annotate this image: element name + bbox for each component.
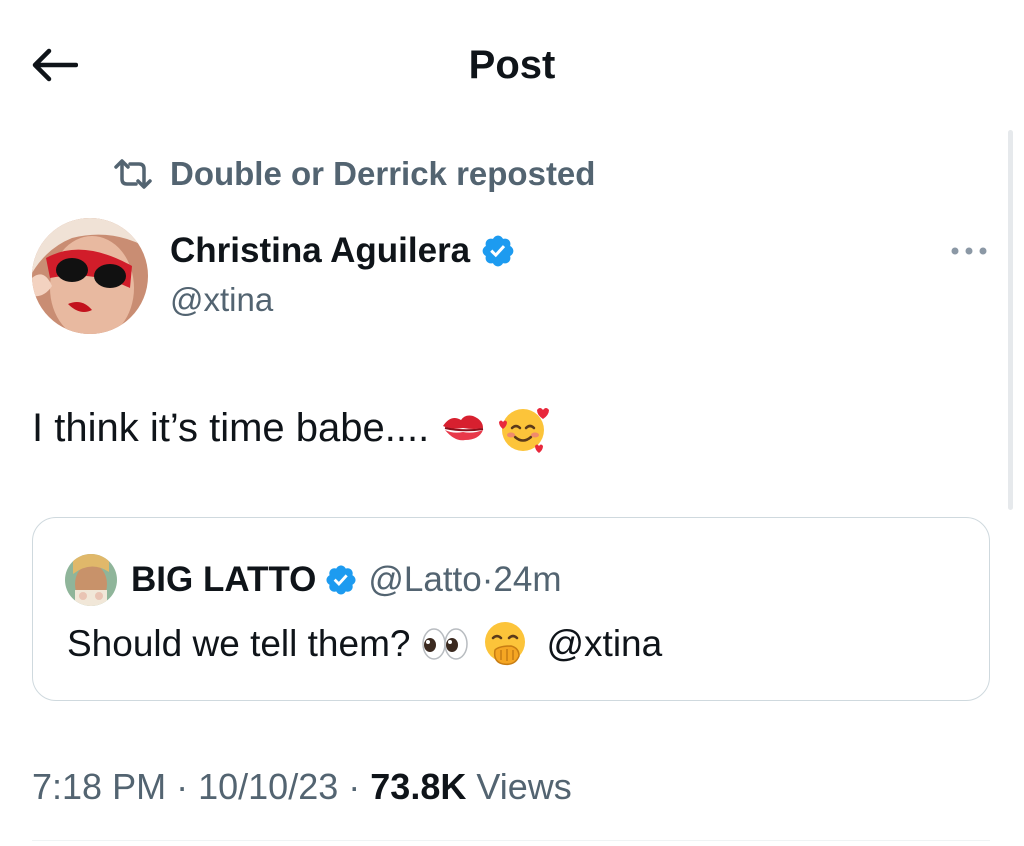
more-dots-icon [951, 247, 987, 255]
quoted-post-time: 24m [493, 560, 562, 599]
post-text: I think it’s time babe.... [32, 400, 550, 456]
quoted-author-handle: @Latto [368, 560, 482, 599]
top-bar: Post [0, 0, 1024, 130]
meta-separator: · [348, 766, 361, 807]
eyes-emoji-icon [420, 619, 470, 669]
verified-badge-icon [324, 563, 358, 597]
scrollbar[interactable] [1008, 130, 1013, 510]
repost-text: Double or Derrick reposted [170, 155, 596, 192]
quoted-post-text-content: Should we tell them? [67, 623, 411, 664]
quoted-author-name: BIG LATTO [131, 560, 317, 599]
meta-separator: · [176, 766, 189, 807]
post-time[interactable]: 7:18 PM [32, 766, 166, 808]
kiss-mark-emoji-icon [437, 402, 489, 454]
divider [32, 840, 990, 841]
views-count[interactable]: 73.8K [370, 766, 466, 808]
quoted-author-avatar[interactable] [65, 554, 117, 606]
repost-icon [112, 156, 154, 192]
meta-separator: · [481, 560, 494, 599]
post-text-content: I think it’s time babe.... [32, 406, 430, 450]
author-handle[interactable]: @xtina [170, 278, 273, 322]
author-name-row: Christina Aguilera [170, 228, 516, 274]
post-meta-row: 7:18 PM · 10/10/23 · 73.8K Views [32, 762, 572, 812]
quoted-post-mention[interactable]: @xtina [546, 618, 662, 670]
page-title: Post [468, 43, 556, 87]
post-date[interactable]: 10/10/23 [198, 766, 338, 808]
smiling-face-with-hearts-emoji-icon [497, 402, 550, 454]
face-with-hand-over-mouth-emoji-icon [480, 619, 530, 669]
quoted-post-card[interactable]: BIG LATTO @Latto · 24m Should we tell th… [32, 517, 990, 701]
verified-badge-icon[interactable] [480, 233, 516, 269]
quoted-post-text: Should we tell them? @xtina [67, 618, 662, 670]
more-options-button[interactable] [944, 236, 994, 266]
views-label[interactable]: Views [466, 766, 571, 808]
quoted-post-header: BIG LATTO @Latto · 24m [131, 556, 561, 604]
repost-indicator[interactable]: Double or Derrick reposted [112, 152, 595, 196]
author-name[interactable]: Christina Aguilera [170, 231, 470, 271]
author-avatar[interactable] [32, 218, 148, 334]
